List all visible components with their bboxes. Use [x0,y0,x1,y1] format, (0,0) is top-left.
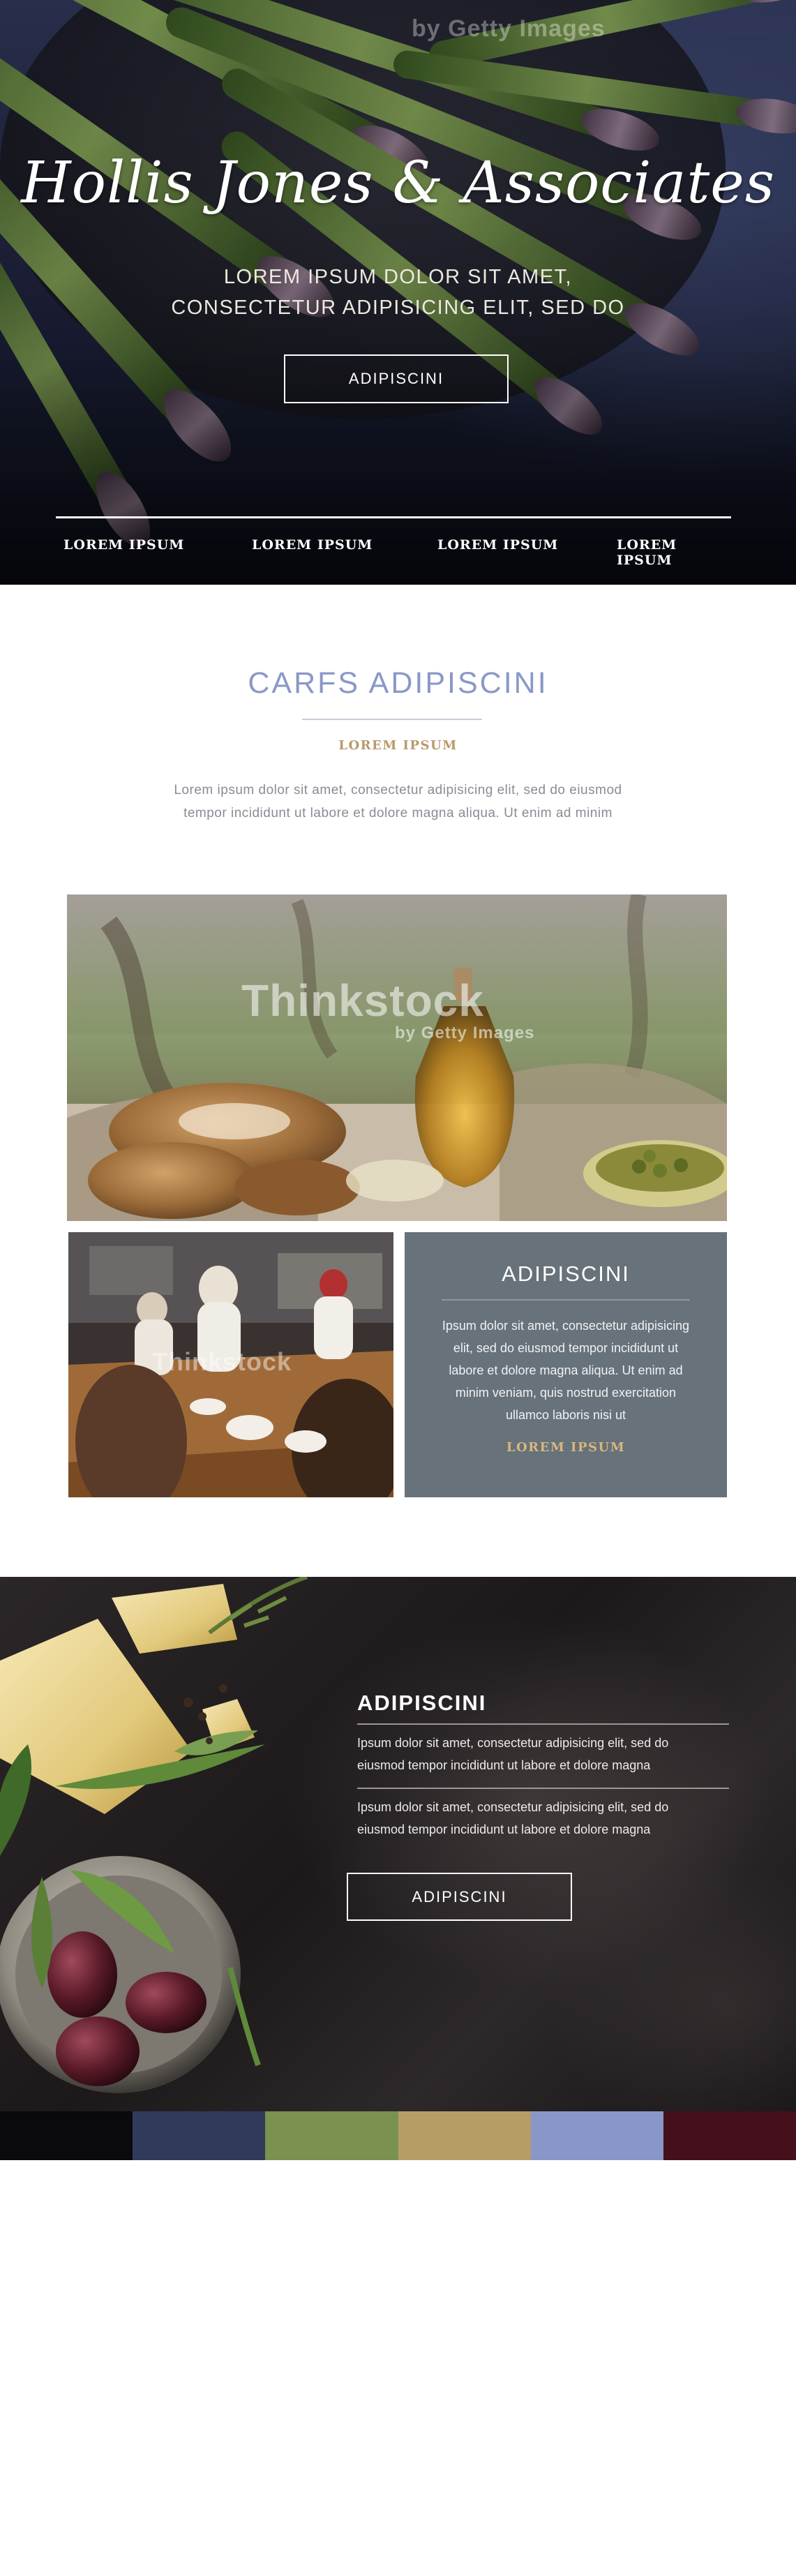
feature-section: ADIPISCINI Ipsum dolor sit amet, consect… [0,1577,796,2111]
hero-section: by Getty Images Hollis Jones & Associate… [0,0,796,585]
feature-paragraph-1-line-2: eiusmod tempor incididunt ut labore et d… [357,1758,651,1772]
info-card-body: Ipsum dolor sit amet, consectetur adipis… [426,1315,706,1426]
palette-swatch-5 [530,2111,663,2160]
nav-item-4[interactable]: LOREM IPSUM [617,537,731,568]
palette-swatch-2 [133,2111,266,2160]
kitchen-illustration [68,1232,393,1497]
feature-paragraph-2-line-1: Ipsum dolor sit amet, consectetur adipis… [357,1800,669,1814]
intro-body-line-2: tempor incididunt ut labore et dolore ma… [183,806,613,821]
feature-paragraph-2: Ipsum dolor sit amet, consectetur adipis… [357,1796,729,1841]
bread-oil-photo: Thinkstock by Getty Images [67,894,727,1221]
cheese-olives-photo [0,1577,308,2093]
hero-subtitle-line-1: LOREM IPSUM DOLOR SIT AMET, [223,266,573,288]
brand-title: Hollis Jones & Associates [21,150,775,216]
info-card-line-5: ullamco laboris nisi ut [505,1408,626,1422]
palette-swatch-6 [663,2111,796,2160]
info-card-divider [442,1299,690,1301]
color-palette [0,2111,796,2160]
hero-cta-button[interactable]: ADIPISCINI [284,354,509,403]
palette-swatch-1 [0,2111,133,2160]
feature-divider-2 [357,1788,729,1789]
intro-subtitle: LOREM IPSUM [338,738,458,753]
info-card: ADIPISCINI Ipsum dolor sit amet, consect… [405,1232,727,1497]
info-card-line-2: elit, sed do eiusmod tempor incididunt u… [453,1341,679,1355]
palette-swatch-4 [398,2111,531,2160]
bread-oil-illustration [67,894,727,1221]
info-card-link[interactable]: LOREM IPSUM [405,1440,727,1455]
feature-paragraph-1-line-1: Ipsum dolor sit amet, consectetur adipis… [357,1736,669,1750]
feature-cta-button[interactable]: ADIPISCINI [347,1873,572,1921]
intro-body-line-1: Lorem ipsum dolor sit amet, consectetur … [174,783,622,797]
feature-title: ADIPISCINI [357,1691,487,1715]
nav-item-1[interactable]: LOREM IPSUM [63,537,184,553]
info-card-title: ADIPISCINI [502,1261,630,1286]
intro-body: Lorem ipsum dolor sit amet, consectetur … [140,779,656,825]
hero-divider [56,516,731,518]
info-card-line-4: minim veniam, quis nostrud exercitation [455,1386,677,1400]
intro-divider [302,719,482,720]
nav-item-2[interactable]: LOREM IPSUM [252,537,373,553]
hero-subtitle-line-2: CONSECTETUR ADIPISICING ELIT, SED DO [171,297,625,319]
info-card-line-3: labore et dolore magna aliqua. Ut enim a… [449,1363,683,1377]
nav-item-3[interactable]: LOREM IPSUM [437,537,558,553]
feature-paragraph-1: Ipsum dolor sit amet, consectetur adipis… [357,1732,729,1776]
hero-nav: LOREM IPSUM LOREM IPSUM LOREM IPSUM LORE… [56,537,731,568]
feature-divider-1 [357,1723,729,1725]
palette-swatch-3 [265,2111,398,2160]
kitchen-photo: Thinkstock [68,1232,393,1497]
info-card-line-1: Ipsum dolor sit amet, consectetur adipis… [442,1319,690,1333]
intro-title: CARFS ADIPISCINI [248,666,548,700]
feature-paragraph-2-line-2: eiusmod tempor incididunt ut labore et d… [357,1822,651,1836]
hero-subtitle: LOREM IPSUM DOLOR SIT AMET, CONSECTETUR … [0,262,796,323]
